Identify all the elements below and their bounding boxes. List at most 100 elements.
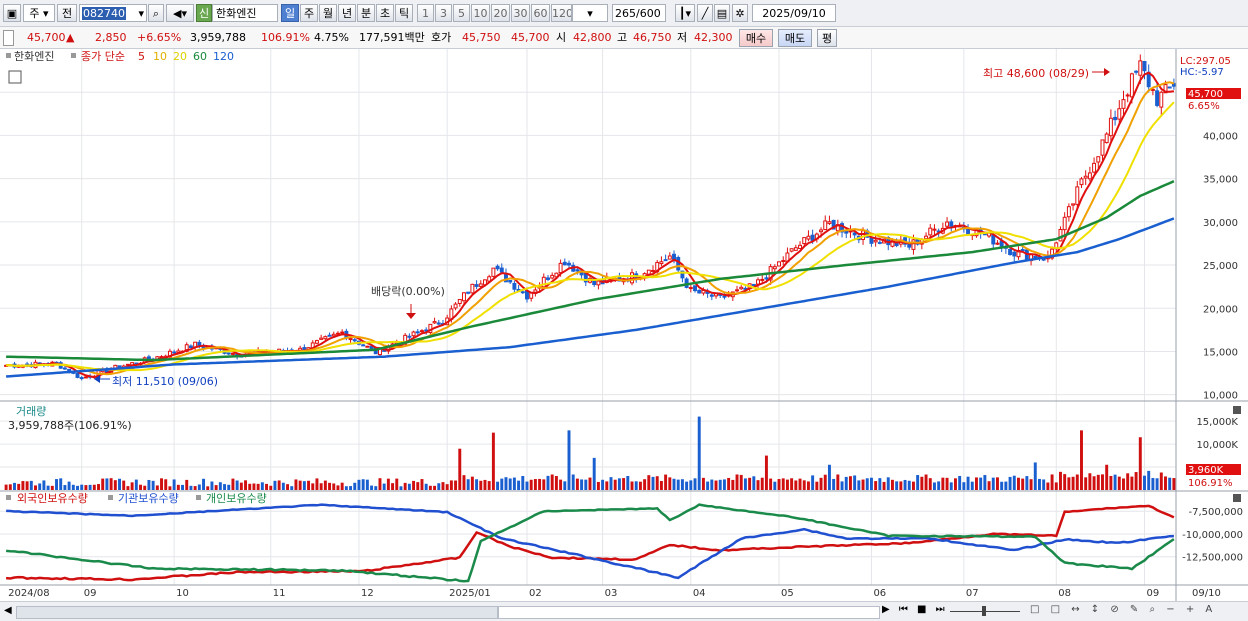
volume-bar (559, 479, 563, 490)
volume-bar (197, 484, 201, 490)
tab-period-5[interactable]: 초 (376, 4, 394, 22)
panel-close-icon[interactable] (1233, 406, 1241, 414)
tick-input[interactable]: ▾ (572, 4, 608, 22)
volume-bar (470, 476, 474, 490)
tab-period-0[interactable]: 일 (281, 4, 299, 22)
volume-bar (882, 481, 886, 490)
volume-bar (105, 478, 109, 490)
price-change-pct: +6.65% (137, 31, 182, 44)
scroll-bar[interactable]: ◀ ▶ ⏮ ■ ⏭ □ □ ↔ ↕ ⊘ ✎ ⌕ − + A (0, 601, 1248, 621)
volume-bar (239, 482, 243, 490)
volume-bar (693, 478, 697, 490)
code-input[interactable]: 082740 ▾ (79, 4, 147, 22)
tab-minute-3[interactable]: 3 (435, 4, 452, 22)
volume-bar (344, 486, 348, 490)
volume-bar (328, 482, 332, 490)
volume-bar (437, 483, 441, 490)
tab-period-6[interactable]: 틱 (395, 4, 413, 22)
tab-minute-60[interactable]: 60 (531, 4, 550, 22)
tab-minute-20[interactable]: 20 (491, 4, 510, 22)
calculator-icon[interactable] (8, 70, 22, 84)
date-field[interactable]: 2025/09/10 (752, 4, 836, 22)
volume-bar (794, 480, 798, 490)
volume-bar (466, 479, 470, 490)
volume-bar (21, 481, 25, 490)
zoom-slider-handle[interactable] (982, 606, 986, 616)
draw-tool-icon[interactable]: ╱ (697, 4, 713, 22)
checkbox[interactable] (3, 30, 14, 46)
volume-bar (1096, 474, 1100, 490)
save-icon[interactable]: ▤ (714, 4, 730, 22)
volume-bar (491, 432, 495, 490)
volume-bar (676, 479, 680, 490)
volume-bar (176, 484, 180, 490)
candle-body (1087, 172, 1092, 180)
sell-button[interactable]: 매도 (778, 29, 812, 47)
volume-bar (504, 477, 508, 490)
volume-bar (155, 485, 159, 490)
volume-bar (181, 484, 185, 490)
x-tick-label: 09/10 (1192, 588, 1221, 599)
scroll-left-icon[interactable]: ◀ (4, 605, 12, 616)
market-select[interactable]: 주 ▾ (23, 4, 55, 22)
candle-body (550, 274, 555, 279)
tab-period-3[interactable]: 년 (338, 4, 356, 22)
candle-body (873, 239, 878, 243)
volume-bar (626, 475, 630, 490)
speaker-icon[interactable]: ◀▾ (166, 4, 194, 22)
volume-bar (827, 464, 831, 490)
tab-minute-5[interactable]: 5 (453, 4, 470, 22)
scroll-nav-icons[interactable]: ▶ ⏮ ■ ⏭ (882, 604, 948, 615)
layout-icon[interactable]: ▣ (3, 4, 21, 22)
search-icon[interactable]: ⌕ (148, 4, 164, 22)
volume-bar (722, 479, 726, 490)
candle-body (827, 221, 832, 224)
candle-body (1129, 73, 1134, 98)
volume-bar (769, 478, 773, 490)
volume-bar (592, 457, 596, 490)
tool-icons[interactable]: □ □ ↔ ↕ ⊘ ✎ ⌕ − + A (1030, 604, 1216, 615)
volume-bar (248, 483, 252, 490)
volume-bar (185, 479, 189, 490)
eval-button[interactable]: 평 (817, 29, 837, 47)
tab-period-4[interactable]: 분 (357, 4, 375, 22)
volume-bar (160, 478, 163, 490)
buy-button[interactable]: 매수 (739, 29, 773, 47)
volume-bar (357, 479, 361, 490)
volume-bar (907, 480, 911, 490)
volume-bar (25, 481, 29, 490)
volume-bar (273, 480, 277, 490)
chart-area[interactable]: 2024/08 09 10 11 12 2025/01 02 03 04 05 06 07 08 09 09… (0, 49, 1248, 601)
volume-bar (1029, 479, 1033, 490)
x-tick-label: 10 (176, 588, 189, 599)
volume-bar (672, 478, 676, 490)
scroll-thumb[interactable] (498, 606, 880, 619)
count-field[interactable]: 265/600 (612, 4, 666, 22)
volume-bar (231, 478, 235, 490)
candle-body (764, 277, 769, 280)
chart-svg[interactable]: 2024/08 09 10 11 12 2025/01 02 03 04 05 06 07 08 09 09… (0, 49, 1248, 601)
volume-bar (454, 480, 458, 490)
tab-minute-120[interactable]: 120 (551, 4, 572, 22)
volume-bar (533, 479, 537, 490)
volume-bar (412, 480, 416, 490)
tab-minute-1[interactable]: 1 (417, 4, 434, 22)
candle-body (793, 247, 798, 251)
volume-bar (1000, 481, 1004, 490)
stock-name-field[interactable]: 한화엔진 (212, 4, 278, 22)
tab-period-2[interactable]: 월 (319, 4, 337, 22)
volume-bar (13, 482, 16, 490)
low-price: 42,300 (694, 31, 733, 44)
panel-close-icon[interactable] (1233, 494, 1241, 502)
tab-minute-30[interactable]: 30 (511, 4, 530, 22)
candle-type-icon[interactable]: ┃▾ (675, 4, 695, 22)
tab-minute-10[interactable]: 10 (471, 4, 490, 22)
volume-bar (1038, 478, 1041, 490)
volume-bar (307, 480, 311, 490)
scroll-track[interactable] (16, 606, 498, 619)
gear-icon[interactable]: ✲ (732, 4, 748, 22)
tab-period-1[interactable]: 주 (300, 4, 318, 22)
x-tick-label: 07 (966, 588, 979, 599)
candle-body (319, 337, 324, 340)
mode-button[interactable]: 전 (57, 4, 77, 22)
